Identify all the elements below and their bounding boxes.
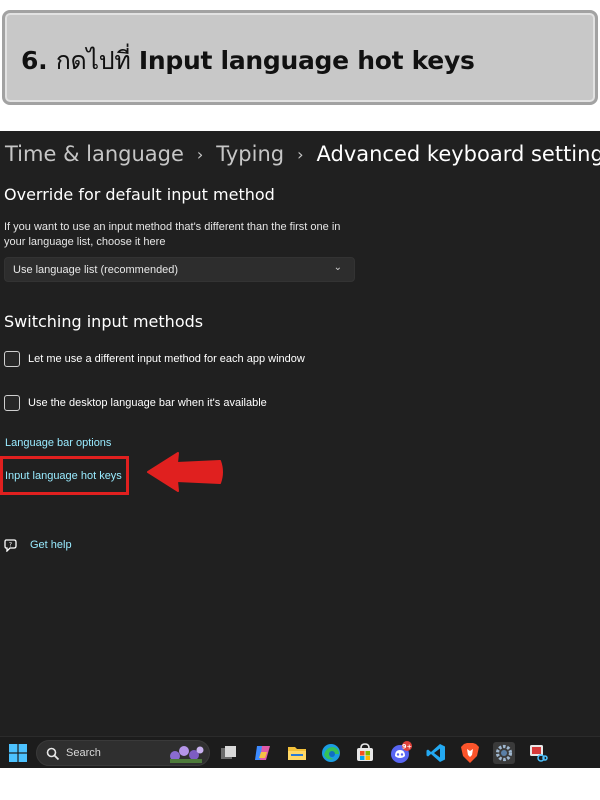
breadcrumb: Time & language › Typing › Advanced keyb… [5, 139, 600, 169]
settings-icon[interactable] [492, 741, 516, 765]
get-help-row[interactable]: ? Get help [4, 536, 72, 554]
edge-icon[interactable] [319, 741, 343, 765]
checkbox-label: Let me use a different input method for … [28, 353, 305, 365]
checkbox-row-language-bar[interactable]: Use the desktop language bar when it's a… [4, 394, 267, 412]
breadcrumb-typing[interactable]: Typing [216, 142, 284, 166]
search-icon [46, 747, 60, 761]
language-bar-options-link[interactable]: Language bar options [5, 437, 111, 449]
get-help-link[interactable]: Get help [30, 539, 72, 551]
brave-icon[interactable] [458, 741, 482, 765]
dropdown-value: Use language list (recommended) [13, 264, 179, 276]
snipping-tool-icon[interactable] [526, 741, 550, 765]
windows-start-icon[interactable] [6, 741, 30, 765]
search-highlight-art-icon [170, 746, 204, 763]
override-description: If you want to use an input method that'… [4, 221, 341, 248]
help-chat-icon: ? [4, 539, 17, 552]
search-label: Search [66, 747, 101, 759]
step-number: 6. [21, 46, 48, 75]
breadcrumb-time-language[interactable]: Time & language [5, 142, 184, 166]
per-app-input-checkbox[interactable] [4, 351, 20, 367]
instruction-thai: กดไปที่ [55, 46, 131, 75]
tutorial-screenshot: 6. กดไปที่ Input language hot keys Time … [0, 0, 600, 800]
settings-window: Time & language › Typing › Advanced keyb… [0, 131, 600, 736]
taskbar-search-box[interactable]: Search [36, 740, 210, 766]
highlight-box [0, 456, 129, 495]
chevron-down-icon: ⌄ [333, 262, 342, 273]
red-arrow-icon [147, 452, 223, 492]
discord-icon[interactable]: 9+ [389, 741, 413, 765]
store-icon[interactable] [353, 741, 377, 765]
override-section-title: Override for default input method [4, 185, 275, 204]
instruction-text: 6. กดไปที่ Input language hot keys [21, 41, 475, 81]
file-explorer-icon[interactable] [285, 741, 309, 765]
chevron-right-icon: › [297, 144, 304, 164]
discord-badge: 9+ [402, 743, 412, 751]
svg-text:?: ? [9, 542, 12, 549]
instruction-banner: 6. กดไปที่ Input language hot keys [2, 10, 598, 105]
vscode-icon[interactable] [424, 741, 448, 765]
chevron-right-icon: › [196, 144, 204, 164]
desktop-language-bar-checkbox[interactable] [4, 395, 20, 411]
checkbox-row-per-app[interactable]: Let me use a different input method for … [4, 350, 305, 368]
copilot-icon[interactable] [251, 741, 275, 765]
input-method-dropdown[interactable]: Use language list (recommended) ⌄ [4, 257, 355, 282]
bottom-margin [0, 768, 600, 800]
task-view-icon[interactable] [217, 741, 241, 765]
taskbar: Search 9+ [0, 736, 600, 768]
checkbox-label: Use the desktop language bar when it's a… [28, 397, 267, 409]
instruction-highlight: Input language hot keys [138, 46, 475, 75]
switching-section-title: Switching input methods [4, 312, 204, 331]
page-title: Advanced keyboard settings [316, 142, 600, 166]
